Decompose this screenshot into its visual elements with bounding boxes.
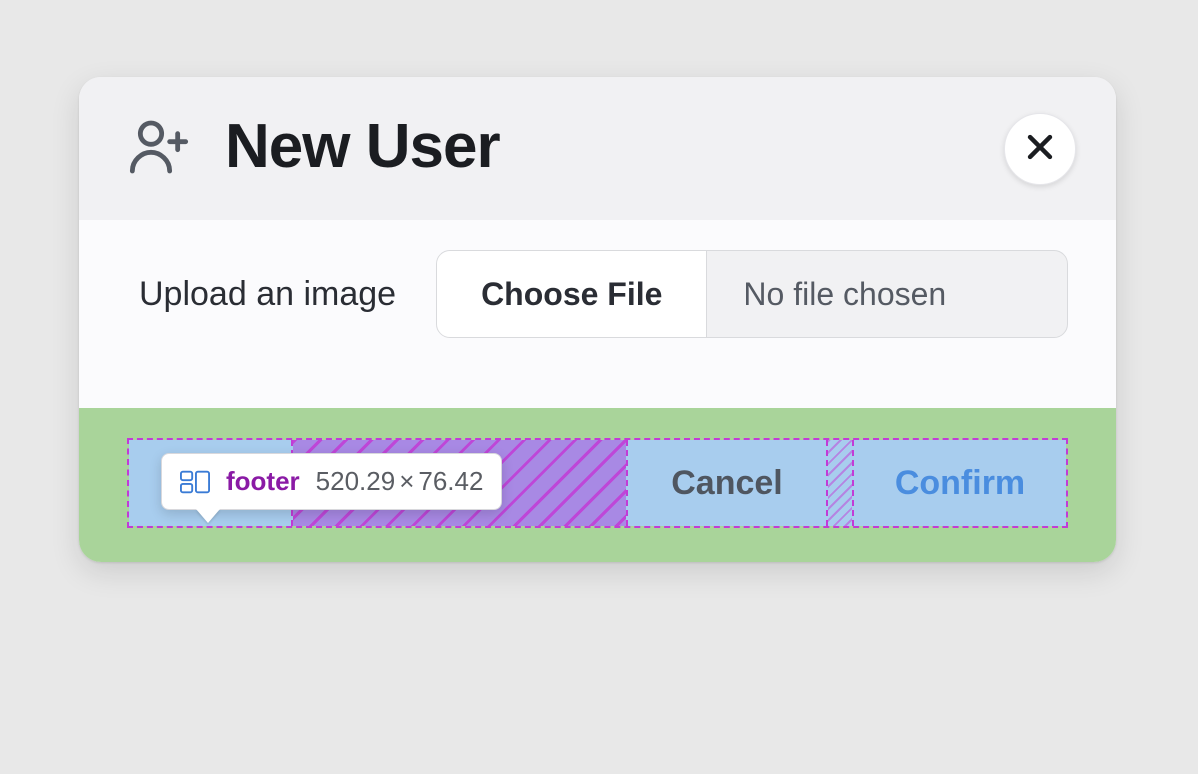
- close-icon: [1023, 130, 1057, 167]
- choose-file-button[interactable]: Choose File: [437, 251, 707, 337]
- cancel-button[interactable]: Cancel: [628, 440, 828, 526]
- inspector-times: ×: [395, 466, 418, 497]
- inspector-height: 76.42: [418, 466, 483, 496]
- devtools-inspector-tooltip: footer 520.29×76.42: [161, 453, 502, 510]
- dialog-header: New User: [79, 77, 1116, 220]
- inspector-element-name: footer: [226, 466, 300, 497]
- flex-layout-icon: [180, 470, 210, 494]
- dialog-body: Upload an image Choose File No file chos…: [79, 220, 1116, 408]
- close-button[interactable]: [1004, 113, 1076, 185]
- inspector-dimensions: 520.29×76.42: [316, 466, 484, 497]
- file-input[interactable]: Choose File No file chosen: [436, 250, 1068, 338]
- upload-image-label: Upload an image: [139, 275, 396, 314]
- user-plus-icon: [127, 115, 191, 179]
- new-user-dialog: New User Upload an image Choose File No …: [79, 77, 1116, 562]
- dialog-title: New User: [225, 111, 500, 182]
- flex-gap-small: [828, 440, 854, 526]
- inspector-width: 520.29: [316, 466, 396, 496]
- file-status-text: No file chosen: [707, 251, 1067, 337]
- confirm-button[interactable]: Confirm: [854, 440, 1066, 526]
